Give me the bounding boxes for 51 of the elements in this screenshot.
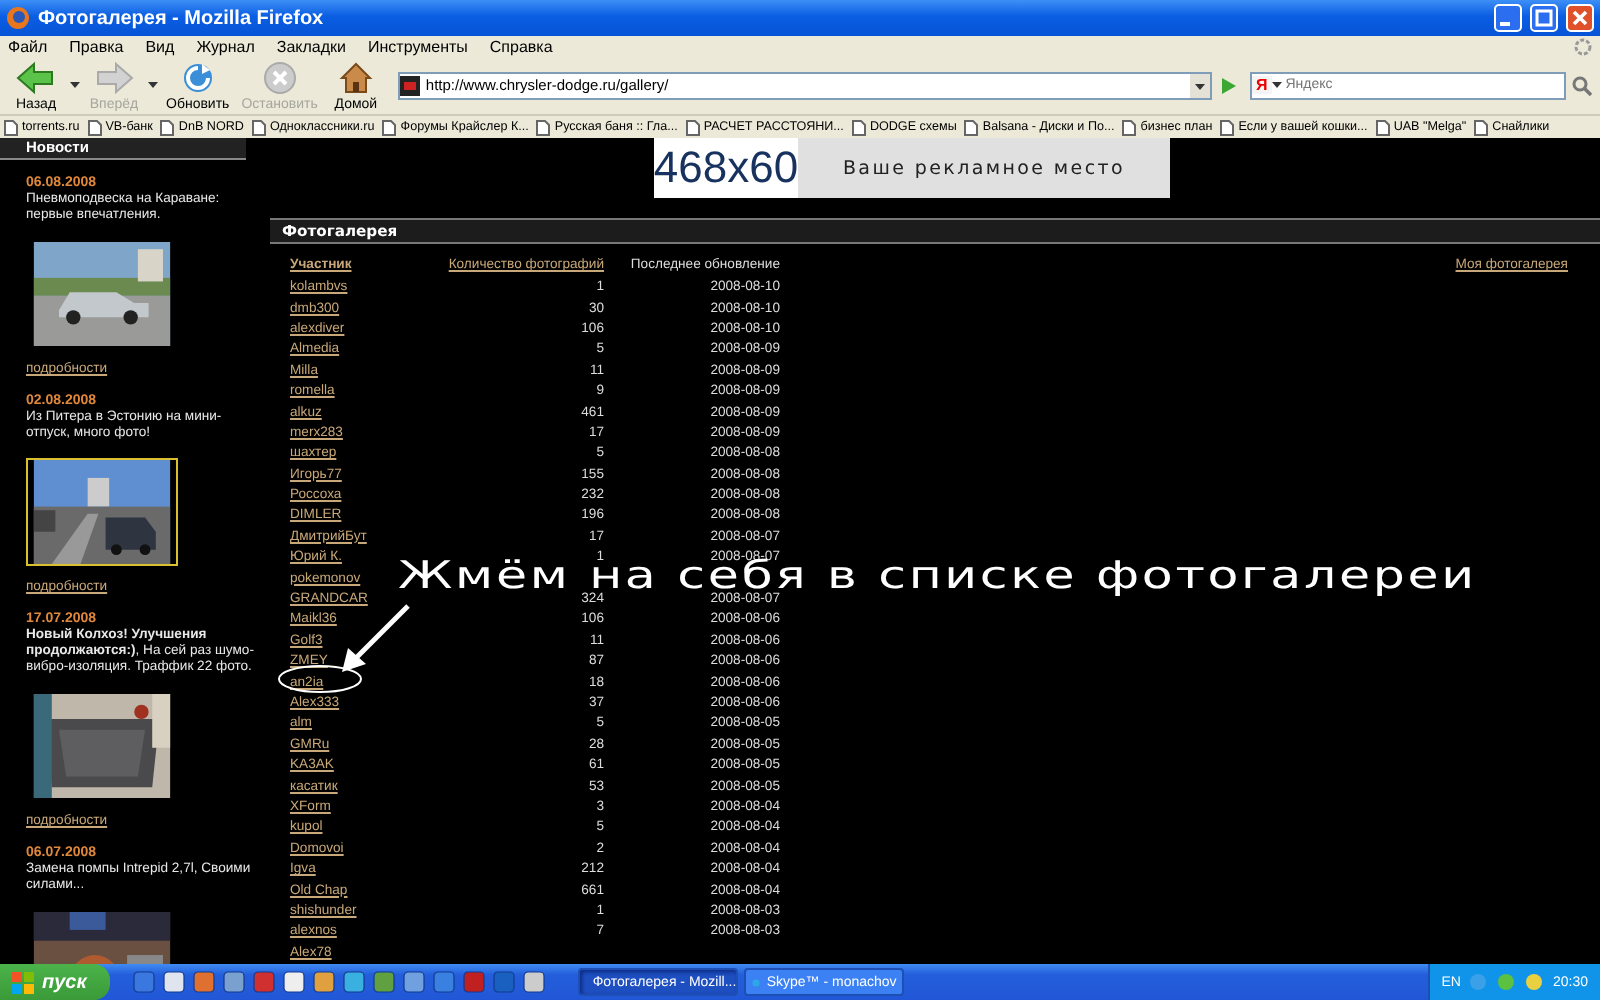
page-icon <box>87 119 102 135</box>
menu-item[interactable]: Вид <box>145 37 175 55</box>
caret-icon[interactable] <box>70 81 80 89</box>
launch-icon[interactable] <box>222 970 247 994</box>
reload-icon <box>179 59 216 95</box>
menu-item[interactable]: Справка <box>489 37 553 55</box>
menu-item[interactable]: Инструменты <box>368 37 468 55</box>
windows-flag-icon <box>12 971 34 993</box>
page-icon <box>160 119 175 135</box>
page-icon <box>382 119 397 135</box>
launch-icon[interactable] <box>312 970 337 994</box>
throbber-icon <box>1574 37 1592 55</box>
launch-icon[interactable] <box>282 970 307 994</box>
page-icon <box>4 119 18 135</box>
page-icon <box>1122 119 1137 135</box>
back-arrow-icon <box>16 59 56 95</box>
maximize-button[interactable] <box>1530 4 1558 32</box>
close-button[interactable] <box>1566 4 1594 32</box>
site-icon <box>399 75 420 95</box>
page-icon <box>1220 119 1235 135</box>
menu-item[interactable]: Правка <box>69 37 124 55</box>
menu-item[interactable]: Файл <box>8 37 48 55</box>
menu-item[interactable]: Журнал <box>196 37 255 55</box>
banner-size: 468x60 <box>654 138 798 198</box>
forward-arrow-icon <box>94 59 134 95</box>
app-icon <box>752 973 761 991</box>
page-icon <box>964 119 979 135</box>
search-icon[interactable] <box>1570 73 1594 97</box>
page-icon <box>685 119 700 135</box>
launch-icon[interactable] <box>162 970 187 994</box>
house-icon <box>337 59 374 95</box>
launch-icon[interactable] <box>402 970 427 994</box>
menu-item[interactable]: Закладки <box>276 37 347 55</box>
search-engine-logo[interactable]: Я <box>1252 76 1272 94</box>
launch-icon[interactable] <box>342 970 367 994</box>
page-icon <box>251 119 266 135</box>
tray-icon[interactable] <box>1524 972 1545 992</box>
pointer-arrow <box>342 604 410 672</box>
window-title: Фотогалерея - Mozilla Firefox <box>38 7 324 29</box>
firefox-icon <box>6 6 30 30</box>
page-icon <box>1474 119 1489 135</box>
caret-icon[interactable] <box>1271 81 1282 89</box>
page-icon <box>851 119 866 135</box>
page-icon <box>1375 119 1390 135</box>
circle-mark <box>278 665 362 693</box>
minimize-button[interactable] <box>1494 4 1522 32</box>
page-icon <box>536 119 551 135</box>
ad-banner[interactable]: 468x60 Ваше рекламное место <box>654 138 1170 198</box>
launch-icon[interactable] <box>522 970 547 994</box>
banner-text: Ваше рекламное место <box>798 138 1170 198</box>
stop-icon <box>261 59 298 95</box>
